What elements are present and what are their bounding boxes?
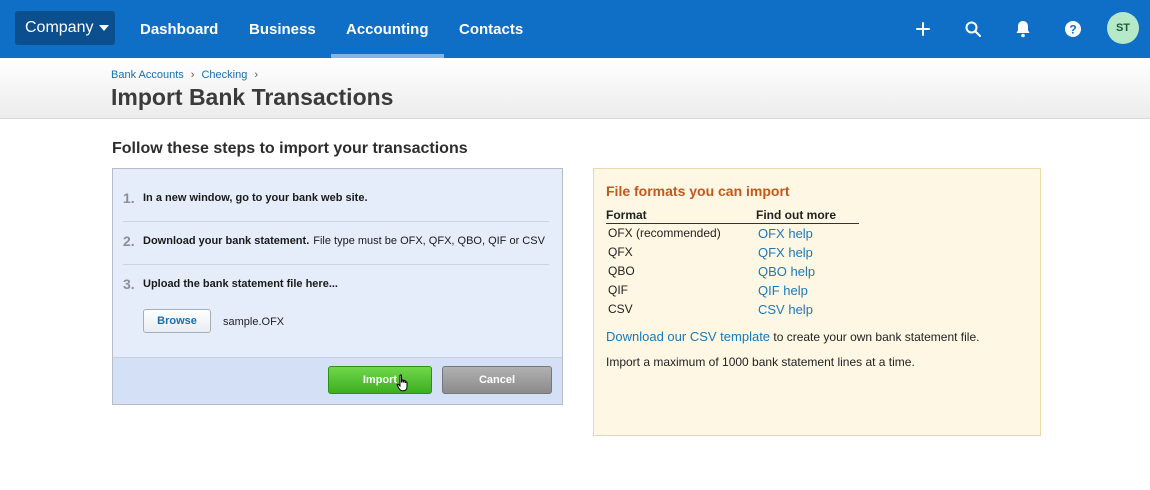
step-1: 1. In a new window, go to your bank web … — [123, 190, 549, 206]
divider — [123, 221, 549, 222]
file-formats-panel: File formats you can import Format Find … — [593, 168, 1041, 436]
step-2: 2. Download your bank statement. File ty… — [123, 233, 549, 249]
format-column-header: Format — [606, 208, 647, 222]
ofx-help-link[interactable]: OFX help — [758, 226, 813, 241]
breadcrumb-bank-accounts[interactable]: Bank Accounts — [111, 69, 184, 81]
nav-accounting[interactable]: Accounting — [331, 0, 443, 58]
format-cell: OFX (recommended) — [608, 226, 721, 240]
csv-template-note: Download our CSV template to create your… — [606, 329, 979, 344]
step-text: Download your bank statement. — [143, 235, 310, 247]
page-title: Import Bank Transactions — [111, 84, 394, 110]
breadcrumb-checking[interactable]: Checking — [201, 69, 247, 81]
breadcrumb: Bank Accounts › Checking › — [111, 69, 265, 81]
chevron-down-icon — [99, 25, 110, 31]
svg-text:?: ? — [1069, 23, 1076, 37]
step-3: 3. Upload the bank statement file here..… — [123, 276, 549, 292]
divider — [123, 264, 549, 265]
format-cell: QIF — [608, 283, 628, 297]
company-menu-button[interactable]: Company — [15, 11, 115, 45]
help-icon[interactable]: ? — [1061, 17, 1085, 41]
nav-business[interactable]: Business — [249, 0, 316, 58]
breadcrumb-separator: › — [190, 69, 195, 81]
actions-bar: Import Cancel — [113, 357, 562, 404]
nav-dashboard[interactable]: Dashboard — [140, 0, 218, 58]
qif-help-link[interactable]: QIF help — [758, 283, 808, 298]
format-cell: CSV — [608, 302, 633, 316]
cancel-button[interactable]: Cancel — [442, 366, 552, 394]
max-lines-note: Import a maximum of 1000 bank statement … — [606, 355, 915, 369]
company-label: Company — [25, 19, 94, 36]
qbo-help-link[interactable]: QBO help — [758, 264, 815, 279]
section-title: Follow these steps to import your transa… — [112, 140, 468, 157]
hand-cursor-icon — [396, 374, 410, 397]
nav-contacts[interactable]: Contacts — [459, 0, 523, 58]
breadcrumb-separator: › — [254, 69, 258, 81]
search-icon[interactable] — [961, 17, 985, 41]
csv-template-text: to create your own bank statement file. — [770, 330, 980, 344]
step-number: 1. — [123, 190, 135, 206]
format-cell: QBO — [608, 264, 635, 278]
bell-icon[interactable] — [1011, 17, 1035, 41]
header-rule — [606, 223, 859, 224]
step-number: 2. — [123, 233, 135, 249]
selected-file-name: sample.OFX — [223, 316, 285, 328]
format-cell: QFX — [608, 245, 633, 259]
plus-icon[interactable] — [911, 17, 935, 41]
formats-title: File formats you can import — [606, 183, 790, 199]
top-nav: Company Dashboard Business Accounting Co… — [0, 0, 1150, 58]
browse-button[interactable]: Browse — [143, 309, 211, 333]
avatar[interactable]: ST — [1107, 12, 1139, 44]
csv-help-link[interactable]: CSV help — [758, 302, 813, 317]
import-steps-panel: 1. In a new window, go to your bank web … — [112, 168, 563, 405]
csv-template-link[interactable]: Download our CSV template — [606, 329, 770, 344]
step-number: 3. — [123, 276, 135, 292]
step-text: In a new window, go to your bank web sit… — [143, 192, 368, 204]
step-subtext: File type must be OFX, QFX, QBO, QIF or … — [313, 235, 545, 247]
qfx-help-link[interactable]: QFX help — [758, 245, 813, 260]
help-column-header: Find out more — [756, 208, 836, 222]
import-button[interactable]: Import — [328, 366, 432, 394]
step-text: Upload the bank statement file here... — [143, 278, 338, 290]
